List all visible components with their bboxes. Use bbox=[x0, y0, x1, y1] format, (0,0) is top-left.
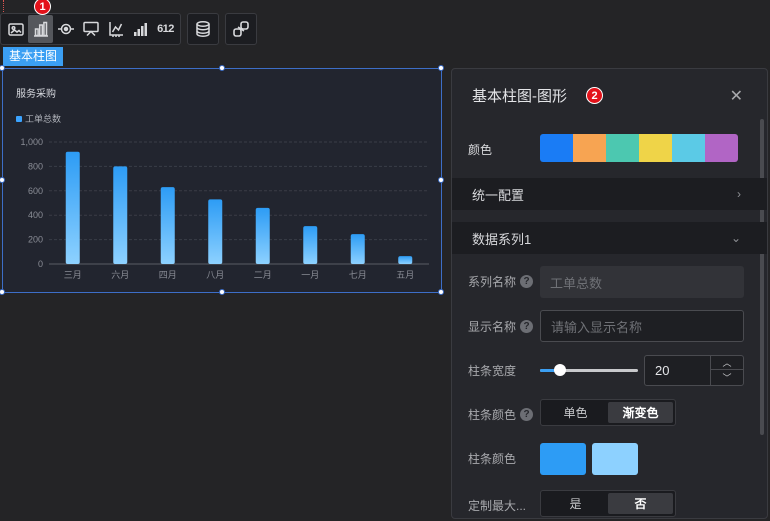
resize-handle-top-right[interactable] bbox=[438, 65, 444, 71]
display-name-input[interactable]: 请输入显示名称 bbox=[540, 310, 744, 342]
bar-八月[interactable] bbox=[208, 199, 223, 264]
panel-scrollbar[interactable] bbox=[760, 119, 764, 435]
chart-type-group: 1 612 bbox=[0, 0, 181, 45]
x-tick-label: 四月 bbox=[159, 270, 177, 280]
resize-handle-bottom-left[interactable] bbox=[0, 289, 5, 295]
color-label: 颜色 bbox=[468, 143, 493, 157]
palette-color-5[interactable] bbox=[672, 134, 705, 162]
palette-color-3[interactable] bbox=[606, 134, 639, 162]
radar-icon[interactable] bbox=[53, 15, 78, 43]
series-name-input: 工单总数 bbox=[540, 266, 744, 298]
chevron-up-icon[interactable]: ︿ bbox=[711, 356, 743, 370]
display-name-label: 显示名称 bbox=[468, 320, 517, 334]
image-icon[interactable] bbox=[3, 15, 28, 43]
bar-二月[interactable] bbox=[255, 207, 270, 264]
help-icon[interactable]: ? bbox=[520, 275, 534, 288]
palette-color-4[interactable] bbox=[639, 134, 672, 162]
x-tick-label: 七月 bbox=[349, 270, 367, 280]
custom-max-yes[interactable]: 是 bbox=[543, 493, 608, 514]
x-tick-label: 一月 bbox=[301, 270, 319, 280]
link-icon[interactable] bbox=[225, 13, 257, 45]
bar-width-row: 柱条宽度 bbox=[468, 362, 516, 379]
component-label: 基本柱图 bbox=[3, 47, 64, 66]
unified-config-section[interactable]: 统一配置 › bbox=[452, 178, 767, 210]
bar-width-value[interactable]: 20 bbox=[655, 363, 669, 378]
custom-max-label: 定制最大... bbox=[468, 499, 527, 513]
data-series-label: 数据系列1 bbox=[472, 231, 532, 247]
y-tick-label: 600 bbox=[28, 186, 43, 196]
bar-chart-icon[interactable]: 1 bbox=[28, 0, 53, 43]
step-badge-1: 1 bbox=[34, 0, 51, 15]
palette-color-6[interactable] bbox=[705, 134, 738, 162]
bar-color-start-swatch[interactable] bbox=[540, 443, 586, 475]
bar-color-label: 柱条颜色 bbox=[468, 452, 517, 466]
chevron-down-icon[interactable]: ﹀ bbox=[711, 370, 743, 384]
close-icon[interactable]: ✕ bbox=[730, 86, 743, 106]
x-tick-label: 三月 bbox=[64, 270, 82, 280]
database-icon[interactable] bbox=[187, 13, 219, 45]
component-toolbar: 1 612 bbox=[0, 0, 257, 45]
custom-max-row: 定制最大... bbox=[468, 497, 526, 514]
custom-max-no[interactable]: 否 bbox=[608, 493, 673, 514]
help-icon[interactable]: ? bbox=[520, 320, 534, 333]
unified-config-label: 统一配置 bbox=[472, 187, 525, 203]
properties-panel: 基本柱图-图形 2 ✕ 颜色 统一配置 › 数据系列1 ⌄ 系列名称 ? 工单总… bbox=[451, 68, 768, 519]
bar-width-label: 柱条宽度 bbox=[468, 364, 517, 378]
color-row: 颜色 bbox=[468, 141, 492, 158]
number-icon[interactable]: 612 bbox=[153, 15, 178, 43]
bar-chart-widget[interactable]: 服务采购 工单总数 0 200 400 600 800 1,000 三月 六月 四月 八月 二月 一月… bbox=[0, 65, 444, 295]
palette-color-2[interactable] bbox=[573, 134, 606, 162]
series-name-row: 系列名称 ? bbox=[468, 273, 534, 290]
signal-bars-icon[interactable] bbox=[128, 15, 153, 43]
bar-color-mode-single[interactable]: 单色 bbox=[543, 402, 608, 423]
chevron-right-icon: › bbox=[737, 187, 741, 201]
bar-四月[interactable] bbox=[160, 187, 175, 264]
bar-color-end-swatch[interactable] bbox=[592, 443, 638, 475]
bar-七月[interactable] bbox=[350, 234, 365, 264]
data-series-section[interactable]: 数据系列1 ⌄ bbox=[452, 222, 767, 254]
resize-handle-bottom-right[interactable] bbox=[438, 289, 444, 295]
bar-width-slider[interactable] bbox=[540, 364, 638, 376]
color-palette-picker[interactable] bbox=[540, 134, 738, 162]
palette-color-1[interactable] bbox=[540, 134, 573, 162]
x-tick-label: 二月 bbox=[254, 270, 272, 280]
y-tick-label: 0 bbox=[38, 259, 43, 269]
resize-handle-top[interactable] bbox=[219, 65, 225, 71]
pie-chart-icon[interactable] bbox=[78, 15, 103, 43]
y-tick-label: 800 bbox=[28, 161, 43, 171]
bar-color-mode-label: 柱条颜色 bbox=[468, 408, 517, 422]
bar-五月[interactable] bbox=[398, 256, 413, 264]
bar-color-row: 柱条颜色 bbox=[468, 450, 516, 467]
chevron-down-icon: ⌄ bbox=[730, 231, 741, 245]
help-icon[interactable]: ? bbox=[520, 408, 534, 421]
y-tick-label: 200 bbox=[28, 235, 43, 245]
chart-canvas: 0 200 400 600 800 1,000 三月 六月 四月 八月 二月 一月 七月 五月 bbox=[20, 137, 429, 280]
bar-width-stepper[interactable]: 20 ︿ ﹀ bbox=[644, 355, 744, 386]
bar-color-mode-toggle[interactable]: 单色 渐变色 bbox=[540, 399, 676, 426]
display-name-row: 显示名称 ? bbox=[468, 318, 534, 335]
custom-max-toggle[interactable]: 是 否 bbox=[540, 490, 676, 517]
panel-header: 基本柱图-图形 2 ✕ bbox=[452, 69, 767, 119]
resize-handle-right[interactable] bbox=[438, 177, 444, 183]
x-tick-label: 五月 bbox=[396, 270, 414, 280]
y-tick-label: 1,000 bbox=[20, 137, 43, 147]
resize-handle-bottom[interactable] bbox=[219, 289, 225, 295]
series-name-label: 系列名称 bbox=[468, 275, 517, 289]
bar-color-mode-gradient[interactable]: 渐变色 bbox=[608, 402, 673, 423]
bar-六月[interactable] bbox=[113, 166, 128, 264]
slider-thumb[interactable] bbox=[553, 364, 566, 376]
bar-color-mode-row: 柱条颜色 ? bbox=[468, 406, 534, 423]
bar-一月[interactable] bbox=[303, 226, 318, 264]
panel-title: 基本柱图-图形 bbox=[472, 88, 567, 105]
x-tick-label: 八月 bbox=[206, 270, 224, 280]
bar-三月[interactable] bbox=[65, 151, 80, 264]
alignment-guide bbox=[3, 0, 4, 14]
x-tick-label: 六月 bbox=[111, 269, 129, 280]
stepper-buttons: ︿ ﹀ bbox=[710, 356, 743, 385]
step-badge-2: 2 bbox=[586, 87, 603, 104]
axis-chart-icon[interactable] bbox=[103, 15, 128, 43]
y-tick-label: 400 bbox=[28, 210, 43, 220]
